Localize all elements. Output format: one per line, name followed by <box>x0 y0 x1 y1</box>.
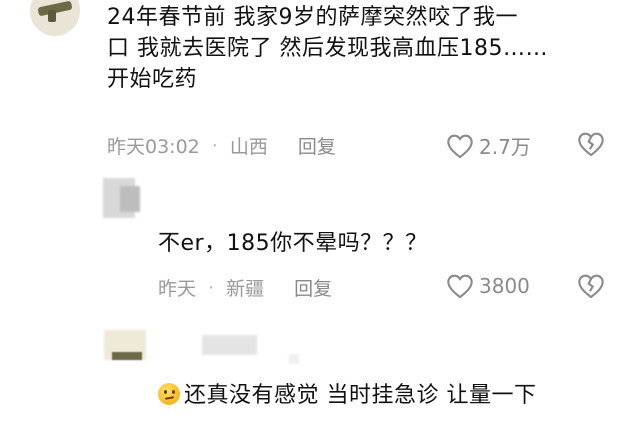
comment-line-text: 还真没有感觉 当时挂急诊 让量一下 <box>184 383 537 408</box>
comment-body: 24年春节前 我家9岁的萨摩突然咬了我一 口 我就去医院了 然后发现我高血压18… <box>107 2 548 95</box>
comment-line: 开始吃药 <box>107 67 198 92</box>
comment-location: 新疆 <box>226 278 265 300</box>
comment-line: 不er，185你不晕吗？？？ <box>158 231 428 256</box>
comment-body: 不er，185你不晕吗？？？ <box>158 228 428 259</box>
avatar-blur <box>120 186 140 212</box>
like-count: 2.7万 <box>479 135 531 159</box>
like-button[interactable]: 3800 <box>446 273 530 299</box>
heart-icon <box>447 274 473 299</box>
badge-blur <box>289 354 299 364</box>
reply-button[interactable]: 回复 <box>294 274 332 301</box>
comment-line: 口 我就去医院了 然后发现我高血压185…… <box>107 36 548 61</box>
like-button[interactable]: 2.7万 <box>446 131 531 160</box>
comment-time: 昨天03:02 <box>107 136 200 158</box>
comment-location: 山西 <box>229 136 268 158</box>
heart-icon <box>447 134 473 158</box>
broken-heart-icon[interactable] <box>577 273 605 299</box>
comment-line: 24年春节前 我家9岁的萨摩突然咬了我一 <box>107 5 518 30</box>
meta-separator: · <box>211 134 218 157</box>
avatar-blur <box>112 352 142 360</box>
like-count: 3800 <box>479 274 530 298</box>
meta-separator: · <box>208 276 215 299</box>
comment-meta: 昨天03:02 · 山西 回复 <box>107 132 336 159</box>
broken-heart-icon[interactable] <box>577 131 605 157</box>
avatar[interactable] <box>30 0 80 36</box>
reply-button[interactable]: 回复 <box>298 132 336 159</box>
comment-body: 还真没有感觉 当时挂急诊 让量一下 <box>158 380 537 411</box>
comment-meta: 昨天 · 新疆 回复 <box>158 274 332 301</box>
thinking-face-icon <box>158 383 180 405</box>
comment-line: 还真没有感觉 当时挂急诊 让量一下 <box>158 380 537 411</box>
username-blur <box>202 335 257 355</box>
comment-time: 昨天 <box>158 278 197 300</box>
